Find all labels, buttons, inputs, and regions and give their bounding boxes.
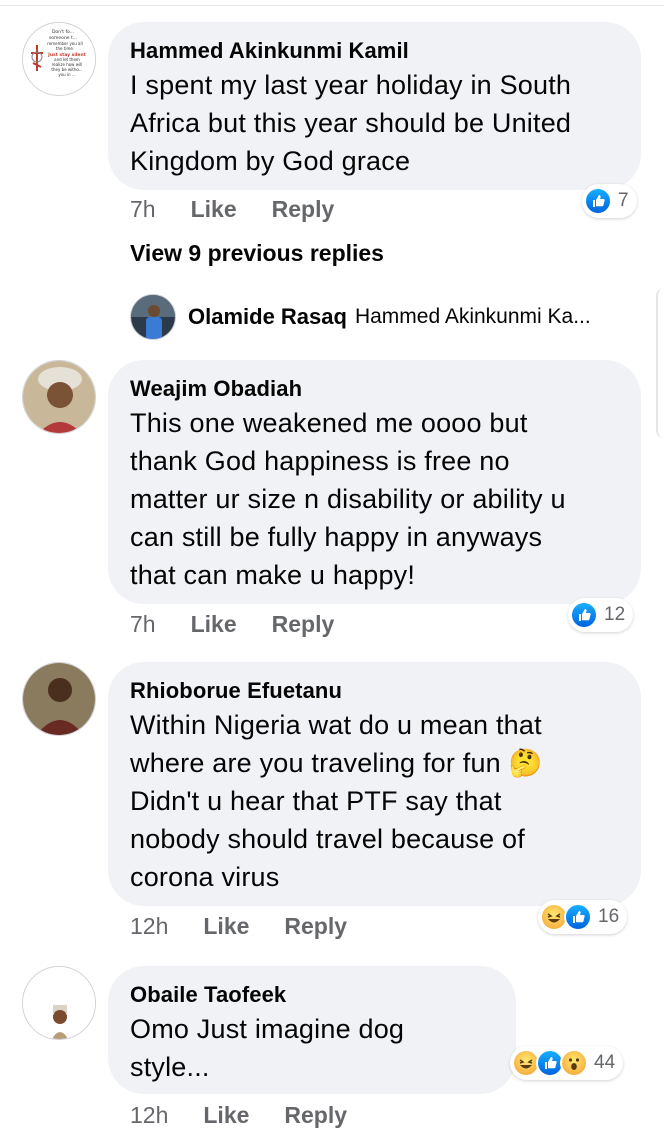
avatar-olamide[interactable]	[130, 294, 176, 340]
reply-author[interactable]: Olamide Rasaq	[188, 304, 347, 330]
svg-text:you in ...: you in ...	[58, 72, 75, 77]
reply-button[interactable]: Reply	[272, 196, 335, 223]
comment-text-line: nobody should travel because of	[130, 824, 525, 854]
reaction-summary[interactable]: 44	[510, 1046, 624, 1080]
reply-button[interactable]: Reply	[284, 913, 347, 940]
scroll-edge	[656, 288, 664, 438]
avatar-weajim[interactable]	[22, 360, 96, 434]
comment-text-line: corona virus	[130, 862, 280, 892]
view-previous-replies-link[interactable]: View 9 previous replies	[130, 240, 384, 267]
person-photo-icon	[23, 361, 95, 433]
comment-text-line: Within Nigeria wat do u mean that	[130, 710, 542, 740]
reaction-summary[interactable]: 16	[538, 900, 628, 934]
reaction-count: 12	[604, 604, 626, 625]
avatar-obaile[interactable]	[22, 966, 96, 1040]
comment-text-line: This one weakened me oooo but	[130, 408, 528, 438]
comment-author[interactable]: Obaile Taofeek	[130, 980, 494, 1010]
person-photo-icon	[23, 663, 95, 735]
reaction-count: 44	[594, 1052, 616, 1073]
comment-text-line: Omo Just imagine dog	[130, 1014, 405, 1044]
like-button[interactable]: Like	[191, 196, 237, 223]
avatar-hammed[interactable]: Don't fo... someone t... remember you al…	[22, 22, 96, 96]
comment-actions: 7h Like Reply	[130, 196, 369, 223]
comment-text-line: can still be fully happy in anyways	[130, 522, 543, 552]
comment-text-line: Didn't u hear that PTF say that	[130, 786, 502, 816]
comment-time[interactable]: 12h	[130, 913, 168, 940]
comment-time[interactable]: 12h	[130, 1102, 168, 1129]
comment-text-line: that can make u happy!	[130, 560, 416, 590]
comment-bubble[interactable]: Weajim Obadiah This one weakened me oooo…	[108, 360, 641, 604]
like-button[interactable]: Like	[191, 611, 237, 638]
comment-text-line: Kingdom by God grace	[130, 146, 411, 176]
person-photo-icon	[23, 967, 95, 1039]
comment-text-line: style...	[130, 1052, 210, 1082]
quote-image-icon: Don't fo... someone t... remember you al…	[23, 23, 95, 95]
comment-text-line: Africa but this year should be United	[130, 108, 572, 138]
reply-preview[interactable]: Olamide Rasaq Hammed Akinkunmi Ka...	[130, 294, 591, 340]
svg-text:Don't fo...: Don't fo...	[52, 29, 74, 35]
comment-text-line: where are you traveling for fun 🤔	[130, 748, 543, 778]
reply-button[interactable]: Reply	[284, 1102, 347, 1129]
top-divider	[0, 0, 664, 6]
person-photo-icon	[131, 295, 175, 339]
like-button[interactable]: Like	[203, 1102, 249, 1129]
comment-text-line: thank God happiness is free no	[130, 446, 510, 476]
comment-actions: 12h Like Reply	[130, 913, 382, 940]
comment-author[interactable]: Rhioborue Efuetanu	[130, 676, 619, 706]
avatar-rhioborue[interactable]	[22, 662, 96, 736]
wow-reaction-icon	[560, 1049, 588, 1077]
comment-bubble[interactable]: Hammed Akinkunmi Kamil I spent my last y…	[108, 22, 641, 190]
reply-button[interactable]: Reply	[272, 611, 335, 638]
comment-author[interactable]: Weajim Obadiah	[130, 374, 619, 404]
comment-actions: 7h Like Reply	[130, 611, 369, 638]
like-reaction-icon	[564, 903, 592, 931]
reaction-summary[interactable]: 7	[582, 184, 637, 218]
comment-text-line: matter ur size n disability or ability u	[130, 484, 566, 514]
comment-time[interactable]: 7h	[130, 196, 156, 223]
reaction-summary[interactable]: 12	[568, 598, 634, 632]
svg-text:the time.: the time.	[56, 46, 74, 51]
comment-actions: 12h Like Reply	[130, 1102, 382, 1129]
comment-text-line: I spent my last year holiday in South	[130, 70, 572, 100]
comment-bubble[interactable]: Rhioborue Efuetanu Within Nigeria wat do…	[108, 662, 641, 906]
like-reaction-icon	[584, 187, 612, 215]
reaction-count: 7	[618, 190, 629, 211]
comment-author[interactable]: Hammed Akinkunmi Kamil	[130, 36, 619, 66]
reply-snippet: Hammed Akinkunmi Ka...	[354, 305, 591, 328]
like-button[interactable]: Like	[203, 913, 249, 940]
like-reaction-icon	[570, 601, 598, 629]
comment-bubble[interactable]: Obaile Taofeek Omo Just imagine dog styl…	[108, 966, 516, 1094]
reaction-count: 16	[598, 906, 620, 927]
comment-time[interactable]: 7h	[130, 611, 156, 638]
